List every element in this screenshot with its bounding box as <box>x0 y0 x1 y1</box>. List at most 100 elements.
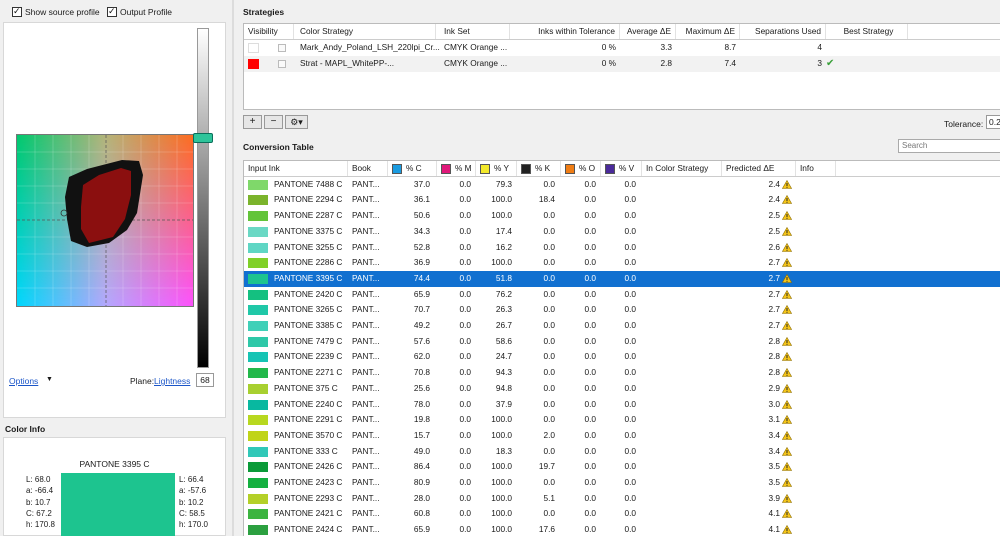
ink-k-value: 0.0 <box>543 257 555 268</box>
options-link[interactable]: Options <box>9 376 38 386</box>
ink-book: PANT... <box>352 178 380 189</box>
ink-c-value: 28.0 <box>413 492 430 503</box>
show-source-profile-checkbox[interactable]: Show source profile <box>12 6 100 17</box>
ink-name: PANTONE 2423 C <box>274 477 343 487</box>
table-row[interactable]: PANTONE 2424 C PANT... 65.9 0.0 100.0 17.6 0.0… <box>244 522 1000 536</box>
strategy-row[interactable]: Mark_Andy_Poland_LSH_220lpi_Cr... CMYK Or… <box>244 40 1000 56</box>
search-input[interactable]: Search <box>898 139 1000 153</box>
strategy-visibility-checkbox[interactable] <box>278 60 286 68</box>
table-row[interactable]: PANTONE 2287 C PANT... 50.6 0.0 100.0 0.0 0.0 0… <box>244 208 1000 224</box>
table-row[interactable]: PANTONE 3570 C PANT... 15.7 0.0 100.0 2.0 0.0 0… <box>244 428 1000 444</box>
strategies-header-4[interactable]: Average ΔE <box>620 24 676 39</box>
ink-v-value: 0.0 <box>624 351 636 362</box>
table-row[interactable]: PANTONE 3375 C PANT... 34.3 0.0 17.4 0.0 0.0 0.… <box>244 224 1000 240</box>
ink-o-value: 0.0 <box>584 304 596 315</box>
plane-value-input[interactable]: 68 <box>196 373 214 387</box>
conversion-header-c[interactable]: % C <box>388 161 437 176</box>
strategies-header-2[interactable]: Ink Set <box>440 24 510 39</box>
ink-m-value: 0.0 <box>459 414 471 425</box>
table-row[interactable]: PANTONE 3255 C PANT... 52.8 0.0 16.2 0.0 0.0 0.… <box>244 240 1000 256</box>
strategies-header-3[interactable]: Inks within Tolerance <box>512 24 620 39</box>
ink-y-value: 100.0 <box>491 414 512 425</box>
add-strategy-button[interactable]: + <box>243 115 262 129</box>
table-row[interactable]: PANTONE 2421 C PANT... 60.8 0.0 100.0 0.0 0.0 0… <box>244 506 1000 522</box>
strategies-header-0[interactable]: Visibility <box>244 24 294 39</box>
conversion-header-predicted[interactable]: Predicted ΔE <box>722 161 796 176</box>
table-row[interactable]: PANTONE 2240 C PANT... 78.0 0.0 37.9 0.0 0.0 0.… <box>244 397 1000 413</box>
right-lab-value: L: 66.4 <box>179 475 204 484</box>
checkbox-checked-icon[interactable] <box>107 6 117 17</box>
ink-y-value: 24.7 <box>495 351 512 362</box>
table-row[interactable]: PANTONE 2291 C PANT... 19.8 0.0 100.0 0.0 0.0 0… <box>244 412 1000 428</box>
conversion-header-v[interactable]: % V <box>601 161 642 176</box>
right-lab-value: h: 170.0 <box>179 520 208 530</box>
table-row[interactable]: PANTONE 333 C PANT... 49.0 0.0 18.3 0.0 0.0 0.0… <box>244 444 1000 460</box>
conversion-header-in-strategy[interactable]: In Color Strategy <box>642 161 722 176</box>
plane-mode-link[interactable]: Lightness <box>154 376 190 386</box>
checkbox-checked-icon[interactable] <box>12 6 22 17</box>
ink-name: PANTONE 7479 C <box>274 335 343 346</box>
table-row[interactable]: PANTONE 2286 C PANT... 36.9 0.0 100.0 0.0 0.0 0… <box>244 255 1000 271</box>
strategy-visibility-swatch[interactable] <box>248 59 259 69</box>
ink-swatch <box>248 383 268 394</box>
warning-icon <box>781 226 793 236</box>
ink-o-value: 0.0 <box>584 524 596 535</box>
table-row[interactable]: PANTONE 2423 C PANT... 80.9 0.0 100.0 0.0 0.0 0… <box>244 475 1000 491</box>
ink-y-value: 100.0 <box>491 461 512 472</box>
table-row[interactable]: PANTONE 2420 C PANT... 65.9 0.0 76.2 0.0 0.0 0.… <box>244 287 1000 303</box>
table-row[interactable]: PANTONE 7479 C PANT... 57.6 0.0 58.6 0.0 0.0 0.… <box>244 334 1000 350</box>
ink-book: PANT... <box>352 414 380 425</box>
ink-o-value: 0.0 <box>584 351 596 362</box>
strategy-strategy: Mark_Andy_Poland_LSH_220lpi_Cr... <box>300 42 440 52</box>
remove-strategy-button[interactable]: − <box>264 115 283 129</box>
lightness-slider-thumb[interactable] <box>193 133 213 143</box>
table-row[interactable]: PANTONE 2271 C PANT... 70.8 0.0 94.3 0.0 0.0 0.… <box>244 365 1000 381</box>
strategies-header-5[interactable]: Maximum ΔE <box>676 24 740 39</box>
conversion-header-book[interactable]: Book <box>348 161 388 176</box>
table-row[interactable]: PANTONE 3385 C PANT... 49.2 0.0 26.7 0.0 0.0 0.… <box>244 318 1000 334</box>
conversion-header-info[interactable]: Info <box>796 161 836 176</box>
ink-y-value: 37.9 <box>495 398 512 409</box>
ink-c-value: 80.9 <box>413 477 430 487</box>
predicted-de-value: 2.5 <box>768 225 780 236</box>
ink-k-value: 0.0 <box>543 351 555 362</box>
conversion-header-m[interactable]: % M <box>437 161 476 176</box>
conversion-table: Input Ink Book % C % M % Y % K % O % V In Color … <box>243 160 1000 536</box>
strategies-header-7[interactable]: Best Strategy <box>826 24 908 39</box>
tolerance-input[interactable]: 0.2 <box>986 115 1000 129</box>
conversion-header-y[interactable]: % Y <box>476 161 517 176</box>
strategy-gear-menu-button[interactable]: ⚙▾ <box>285 115 308 129</box>
left-lab-value: b: 10.7 <box>26 497 51 507</box>
strategies-header-6[interactable]: Separations Used <box>740 24 826 39</box>
ink-swatch <box>248 226 268 237</box>
strategy-row[interactable]: Strat - MAPL_WhitePP-... CMYK Orange ... 0… <box>244 56 1000 72</box>
ink-k-value: 0.0 <box>543 382 555 393</box>
conversion-header-o[interactable]: % O <box>561 161 601 176</box>
conversion-header-input[interactable]: Input Ink <box>244 161 348 176</box>
table-row[interactable]: PANTONE 7488 C PANT... 37.0 0.0 79.3 0.0 0.0 0.… <box>244 177 1000 193</box>
ink-k-value: 0.0 <box>543 508 555 519</box>
strategy-ink_set: CMYK Orange ... <box>444 58 508 68</box>
ink-book: PANT... <box>352 194 380 205</box>
lightness-slider[interactable] <box>197 28 209 368</box>
options-chevron-down-icon[interactable]: ▼ <box>46 376 53 383</box>
table-row[interactable]: PANTONE 2426 C PANT... 86.4 0.0 100.0 19.7 0.0… <box>244 459 1000 475</box>
gamut-plot[interactable] <box>16 134 194 307</box>
table-row[interactable]: PANTONE 375 C PANT... 25.6 0.0 94.8 0.0 0.0 0.0… <box>244 381 1000 397</box>
strategy-visibility-checkbox[interactable] <box>278 44 286 52</box>
table-row[interactable]: PANTONE 2239 C PANT... 62.0 0.0 24.7 0.0 0.0 0.… <box>244 349 1000 365</box>
table-row[interactable]: PANTONE 2293 C PANT... 28.0 0.0 100.0 5.1 0.0 0… <box>244 491 1000 507</box>
table-row[interactable]: PANTONE 3395 C PANT... 74.4 0.0 51.8 0.0 0.0 0.… <box>244 270 1000 287</box>
right-lab-value: a: -57.6 <box>179 486 207 496</box>
table-row[interactable]: PANTONE 3265 C PANT... 70.7 0.0 26.3 0.0 0.0 0.… <box>244 302 1000 318</box>
ink-book: PANT... <box>352 335 380 346</box>
ink-k-value: 5.1 <box>543 492 555 503</box>
predicted-de-value: 2.4 <box>768 178 780 189</box>
table-row[interactable]: PANTONE 2294 C PANT... 36.1 0.0 100.0 18.4 0.0… <box>244 192 1000 208</box>
strategies-header-1[interactable]: Color Strategy <box>296 24 436 39</box>
conversion-header-k[interactable]: % K <box>517 161 561 176</box>
strategy-ink_set: CMYK Orange ... <box>444 42 508 52</box>
panel-divider[interactable] <box>232 0 234 536</box>
output-profile-checkbox[interactable]: Output Profile <box>107 6 172 17</box>
strategy-visibility-swatch[interactable] <box>248 43 259 53</box>
